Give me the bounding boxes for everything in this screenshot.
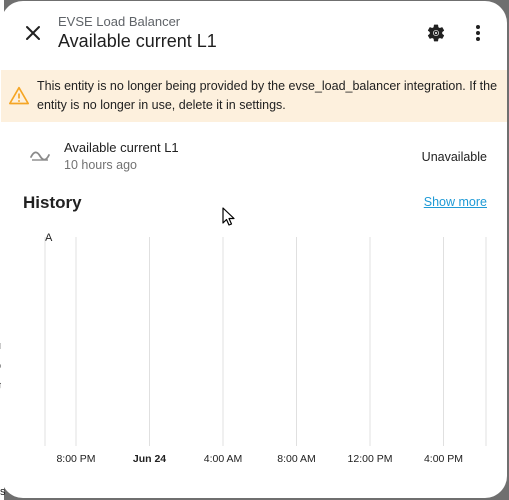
show-more-link[interactable]: Show more bbox=[424, 195, 487, 209]
y-axis-label: A bbox=[45, 232, 53, 244]
close-icon bbox=[26, 26, 40, 40]
x-tick-label: 8:00 AM bbox=[277, 453, 316, 465]
entity-state-value: Unavailable bbox=[421, 150, 487, 164]
entity-name: Available current L1 bbox=[64, 140, 179, 155]
chart-gridlines bbox=[44, 237, 487, 446]
deprecation-warning: This entity is no longer being provided … bbox=[1, 70, 507, 122]
gear-icon bbox=[427, 24, 445, 42]
settings-button[interactable] bbox=[421, 18, 451, 48]
chart-x-axis: 8:00 PM Jun 24 4:00 AM 8:00 AM 12:00 PM 4:00 … bbox=[56, 453, 463, 465]
mouse-pointer-icon bbox=[222, 207, 235, 226]
entity-state-row: Available current L1 10 hours ago Unavai… bbox=[1, 132, 507, 182]
entity-last-changed: 10 hours ago bbox=[64, 158, 137, 172]
warning-message: This entity is no longer being provided … bbox=[37, 79, 498, 112]
dialog-subtitle: EVSE Load Balancer bbox=[58, 14, 181, 29]
close-button[interactable] bbox=[17, 17, 49, 49]
history-chart[interactable]: A 8:00 PM Jun 24 4:00 AM 8:00 AM 12:00 PM 4:0… bbox=[1, 227, 507, 472]
more-info-dialog: EVSE Load Balancer Available current L1 … bbox=[1, 1, 507, 498]
sine-wave-icon bbox=[30, 151, 50, 161]
x-tick-label: 8:00 PM bbox=[56, 453, 95, 465]
x-tick-label: 12:00 PM bbox=[348, 453, 393, 465]
more-options-button[interactable] bbox=[463, 18, 493, 48]
dialog-title: Available current L1 bbox=[58, 31, 217, 51]
more-vertical-icon bbox=[476, 25, 480, 41]
x-tick-label: 4:00 PM bbox=[424, 453, 463, 465]
x-tick-label: Jun 24 bbox=[133, 453, 166, 465]
alert-triangle-icon bbox=[9, 86, 29, 105]
x-tick-label: 4:00 AM bbox=[204, 453, 243, 465]
dialog-header: EVSE Load Balancer Available current L1 bbox=[1, 1, 507, 69]
history-heading: History bbox=[23, 193, 82, 212]
